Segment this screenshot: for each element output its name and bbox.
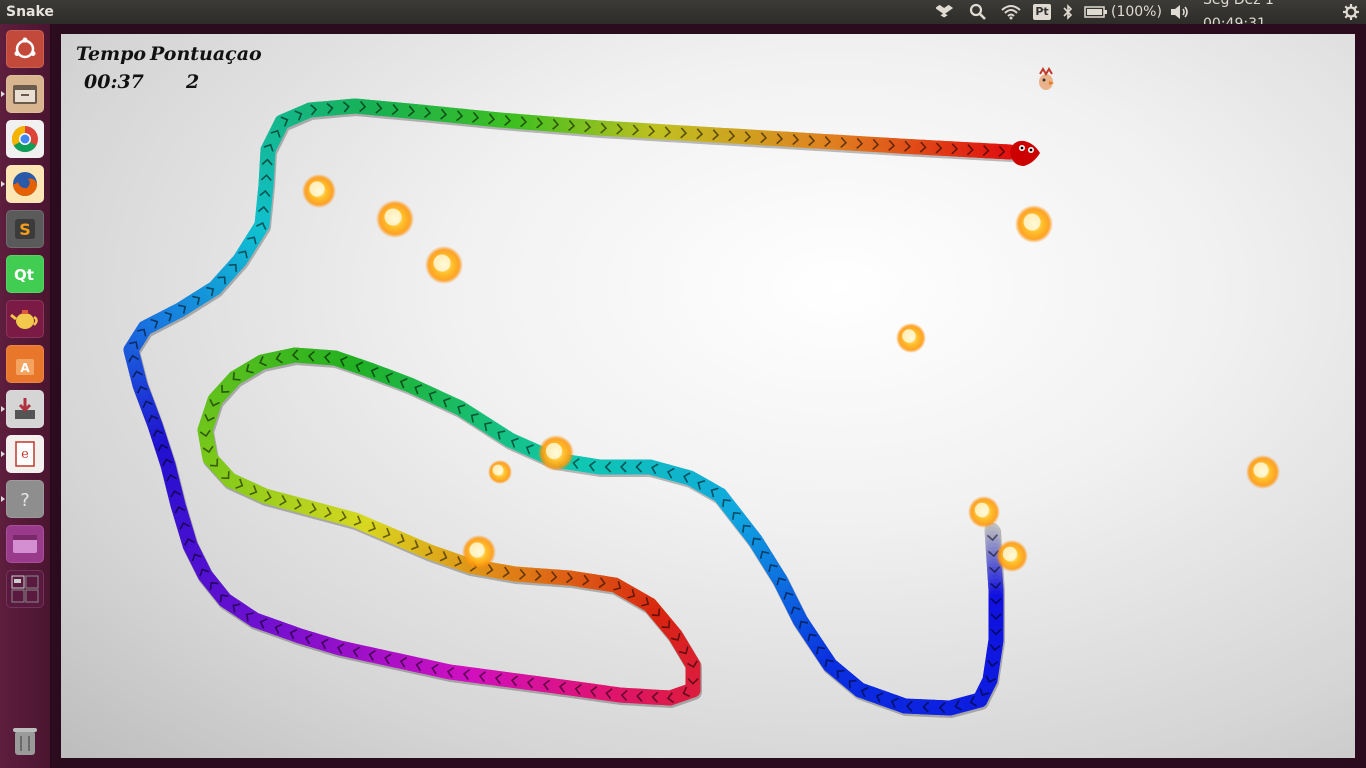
fireball [488, 460, 512, 484]
volume-icon[interactable] [1168, 0, 1194, 24]
fireball [996, 540, 1028, 572]
download-icon [15, 398, 35, 419]
firefox-icon [13, 172, 37, 196]
fireball [968, 496, 1000, 528]
game-window: Tempo Pontuaçao 00:37 2 [51, 24, 1366, 768]
workspaces-button[interactable] [6, 570, 44, 608]
fireball [302, 174, 336, 208]
question-icon: ? [20, 490, 30, 511]
fireball [462, 535, 496, 569]
battery-icon [1084, 6, 1107, 18]
playfield [123, 67, 1280, 718]
fireball [376, 200, 414, 238]
snake-body [123, 98, 1018, 716]
files-button[interactable] [1, 75, 44, 113]
chrome-icon [11, 125, 38, 153]
bird-icon [1039, 67, 1054, 90]
battery-percent: (100%) [1111, 4, 1162, 20]
qt-creator-button[interactable]: Qt [6, 255, 44, 293]
sublime-icon: S [15, 219, 35, 239]
workspace-app-button[interactable] [6, 525, 44, 563]
chrome-button[interactable] [6, 120, 44, 158]
window-icon [13, 535, 37, 553]
sublime-text-button[interactable]: S [6, 210, 44, 248]
snake-head [1010, 140, 1040, 166]
svg-text:S: S [19, 220, 31, 239]
teapot-icon [10, 310, 38, 329]
game-canvas[interactable]: Tempo Pontuaçao 00:37 2 [61, 34, 1355, 758]
fireball [425, 246, 463, 284]
ubuntu-dash-button[interactable] [6, 30, 44, 68]
clock[interactable]: Seg Dez 1 00:49:31 [1203, 0, 1333, 32]
search-icon[interactable] [966, 0, 990, 24]
wifi-icon[interactable] [999, 0, 1023, 24]
fireball [1015, 205, 1053, 243]
fireball [896, 323, 926, 353]
svg-text:?: ? [20, 490, 30, 511]
qt-icon: Qt [14, 266, 34, 284]
svg-text:e: e [21, 447, 29, 462]
firefox-button[interactable] [1, 165, 44, 203]
gear-icon[interactable] [1340, 0, 1362, 24]
dropbox-icon[interactable] [934, 0, 956, 24]
text-editor-button[interactable]: e [1, 435, 44, 473]
fireballs [302, 174, 1280, 572]
top-panel: Snake Pt (100%) Seg Dez 1 [0, 0, 1366, 32]
svg-text:Qt: Qt [14, 266, 34, 284]
trash-icon [13, 728, 37, 755]
ubuntu-logo-icon [14, 37, 36, 59]
launcher: S Qt A e ? [0, 24, 51, 768]
workspaces-icon [11, 575, 39, 603]
snake [123, 98, 1040, 718]
files-icon [13, 85, 37, 104]
fireball [538, 435, 574, 471]
installer-button[interactable] [1, 390, 44, 428]
fireball [1246, 455, 1280, 489]
svg-text:A: A [20, 361, 30, 375]
battery-indicator[interactable]: (100%) [1084, 0, 1166, 24]
editor-icon: e [15, 441, 35, 467]
unknown-app-button[interactable]: ? [1, 480, 44, 518]
bluetooth-icon[interactable] [1059, 0, 1077, 24]
trash-button[interactable] [6, 722, 44, 760]
keyboard-layout-label: Pt [1033, 4, 1051, 20]
shopping-bag-icon: A [16, 359, 34, 375]
teapot-button[interactable] [6, 300, 44, 338]
window-title: Snake [6, 4, 54, 20]
software-center-button[interactable]: A [6, 345, 44, 383]
keyboard-icon[interactable]: Pt [1031, 0, 1053, 24]
